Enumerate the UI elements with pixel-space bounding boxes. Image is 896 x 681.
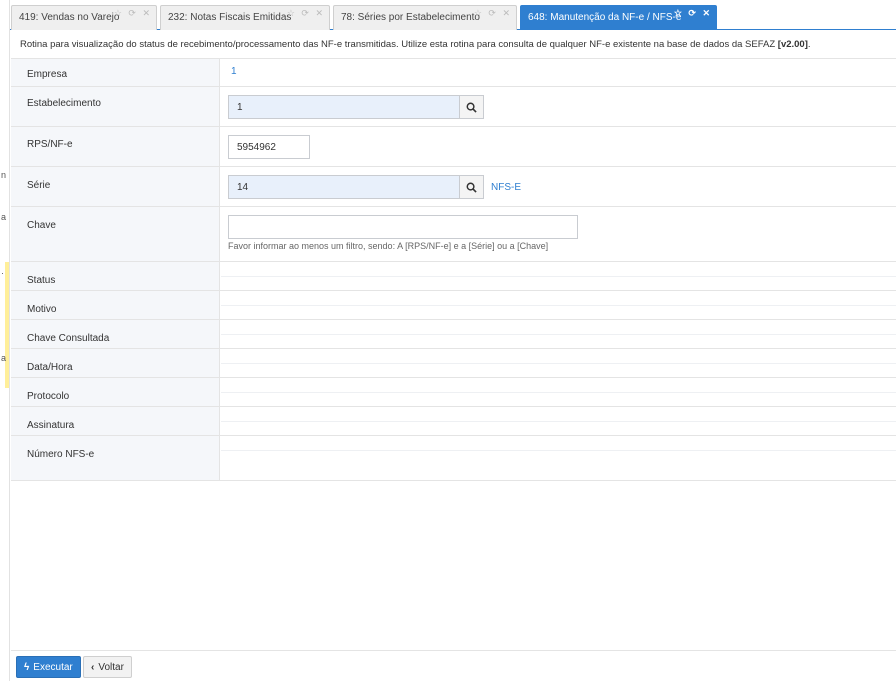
assinatura-value	[221, 407, 896, 435]
tab-vendas-varejo[interactable]: 419: Vendas no Varejo ☆ ⟳ ✕	[11, 5, 157, 30]
execute-button[interactable]: ϟ Executar	[16, 656, 81, 678]
tab-actions-icon[interactable]: ☆ ⟳ ✕	[287, 8, 325, 19]
chave-input[interactable]	[228, 215, 578, 239]
action-bar: ϟ Executar ‹ Voltar	[11, 650, 896, 681]
chave-consultada-value	[221, 320, 896, 348]
row-estabelecimento: Estabelecimento 1	[11, 87, 896, 127]
row-numero-nfse: Número NFS-e	[11, 436, 896, 481]
version-label: [v2.00]	[777, 39, 808, 50]
label-protocolo: Protocolo	[27, 391, 70, 402]
label-empresa: Empresa	[27, 69, 68, 80]
label-estabelecimento: Estabelecimento	[27, 98, 101, 109]
label-assinatura: Assinatura	[27, 420, 75, 431]
data-hora-value	[221, 349, 896, 377]
protocolo-value	[221, 378, 896, 406]
row-serie: Série 14 NFS-E	[11, 167, 896, 207]
chevron-left-icon: ‹	[91, 661, 95, 673]
row-status: Status	[11, 262, 896, 291]
row-protocolo: Protocolo	[11, 378, 896, 407]
left-fragment: n	[1, 170, 7, 180]
row-data-hora: Data/Hora	[11, 349, 896, 378]
tab-bar: 419: Vendas no Varejo ☆ ⟳ ✕ 232: Notas F…	[10, 0, 896, 30]
left-panel-edge: n a · a	[0, 0, 10, 681]
empresa-value[interactable]: 1	[231, 66, 237, 77]
tab-actions-icon[interactable]: ☆ ⟳ ✕	[114, 8, 152, 19]
tab-label: 419: Vendas no Varejo	[19, 12, 120, 23]
row-chave: Chave Favor informar ao menos um filtro,…	[11, 207, 896, 262]
tab-series-estabelecimento[interactable]: 78: Séries por Estabelecimento ☆ ⟳ ✕	[333, 5, 517, 30]
label-status: Status	[27, 275, 56, 286]
tab-manutencao-nfe[interactable]: 648: Manutenção da NF-e / NFS-e ☆ ⟳ ✕	[520, 5, 717, 30]
estabelecimento-search-button[interactable]	[459, 95, 484, 119]
rps-input[interactable]: 5954962	[228, 135, 310, 159]
label-chave-consultada: Chave Consultada	[27, 333, 110, 344]
row-chave-consultada: Chave Consultada	[11, 320, 896, 349]
tab-actions-icon[interactable]: ☆ ⟳ ✕	[674, 8, 712, 19]
tab-label: 232: Notas Fiscais Emitidas	[168, 12, 292, 23]
numero-nfse-value	[221, 436, 896, 480]
search-icon	[466, 182, 477, 193]
row-empresa: Empresa 1	[11, 59, 896, 87]
row-motivo: Motivo	[11, 291, 896, 320]
back-button[interactable]: ‹ Voltar	[83, 656, 132, 678]
label-rps: RPS/NF-e	[27, 139, 73, 150]
tab-actions-icon[interactable]: ☆ ⟳ ✕	[474, 8, 512, 19]
label-numero-nfse: Número NFS-e	[27, 449, 95, 460]
row-rps: RPS/NF-e 5954962	[11, 127, 896, 167]
label-motivo: Motivo	[27, 304, 57, 315]
estabelecimento-input[interactable]: 1	[228, 95, 460, 119]
left-fragment: a	[1, 353, 7, 363]
lightning-icon: ϟ	[24, 661, 30, 673]
back-label: Voltar	[98, 661, 124, 673]
page-description: Rotina para visualização do status de re…	[11, 31, 896, 59]
highlight-strip	[5, 262, 9, 388]
label-chave: Chave	[27, 220, 56, 231]
execute-label: Executar	[33, 661, 73, 673]
tab-label: 648: Manutenção da NF-e / NFS-e	[528, 12, 682, 23]
chave-hint: Favor informar ao menos um filtro, sendo…	[228, 241, 549, 251]
label-serie: Série	[27, 180, 51, 191]
tab-notas-fiscais[interactable]: 232: Notas Fiscais Emitidas ☆ ⟳ ✕	[160, 5, 330, 30]
search-icon	[466, 102, 477, 113]
left-fragment: ·	[1, 268, 4, 278]
tab-label: 78: Séries por Estabelecimento	[341, 12, 480, 23]
description-text: Rotina para visualização do status de re…	[20, 39, 776, 50]
serie-search-button[interactable]	[459, 175, 484, 199]
left-fragment: a	[1, 212, 7, 222]
row-assinatura: Assinatura	[11, 407, 896, 436]
serie-input[interactable]: 14	[228, 175, 460, 199]
label-data-hora: Data/Hora	[27, 362, 73, 373]
serie-description: NFS-E	[491, 182, 521, 193]
status-value	[221, 262, 896, 290]
motivo-value	[221, 291, 896, 319]
